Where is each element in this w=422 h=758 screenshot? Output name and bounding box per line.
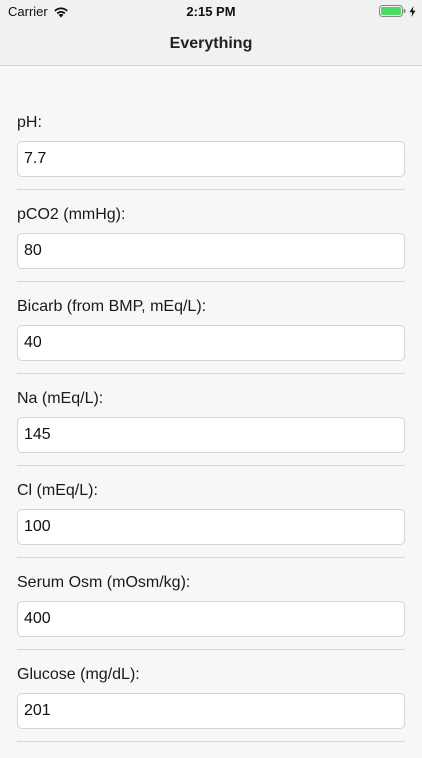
- battery-indicator: [379, 5, 416, 17]
- chloride-label: Cl (mEq/L):: [17, 482, 98, 499]
- status-time: 2:15 PM: [186, 4, 236, 19]
- divider: [17, 189, 405, 190]
- bicarb-label: Bicarb (from BMP, mEq/L):: [17, 298, 207, 315]
- divider: [17, 281, 405, 282]
- serum-osm-field: Serum Osm (mOsm/kg):: [0, 574, 422, 666]
- serum-osm-input[interactable]: [17, 601, 405, 637]
- pco2-input[interactable]: [17, 233, 405, 269]
- charging-bolt-icon: [409, 5, 416, 17]
- page-title: Everything: [169, 35, 253, 52]
- glucose-field: Glucose (mg/dL):: [0, 666, 422, 758]
- chloride-input[interactable]: [17, 509, 405, 545]
- sodium-label: Na (mEq/L):: [17, 390, 104, 407]
- pco2-field: pCO2 (mmHg):: [0, 206, 422, 298]
- battery-icon: [379, 5, 406, 17]
- ph-input[interactable]: [17, 141, 405, 177]
- pco2-label: pCO2 (mmHg):: [17, 206, 126, 223]
- glucose-input[interactable]: [17, 693, 405, 729]
- sodium-input[interactable]: [17, 417, 405, 453]
- divider: [17, 557, 405, 558]
- divider: [17, 649, 405, 650]
- ph-label: pH:: [17, 114, 42, 131]
- serum-osm-label: Serum Osm (mOsm/kg):: [17, 574, 191, 591]
- ph-field: pH:: [0, 114, 422, 206]
- divider: [17, 741, 405, 742]
- glucose-label: Glucose (mg/dL):: [17, 666, 140, 683]
- bicarb-input[interactable]: [17, 325, 405, 361]
- divider: [17, 465, 405, 466]
- bicarb-field: Bicarb (from BMP, mEq/L):: [0, 298, 422, 390]
- status-bar: Carrier 2:15 PM: [0, 0, 422, 22]
- navigation-bar: Everything: [0, 22, 422, 66]
- chloride-field: Cl (mEq/L):: [0, 482, 422, 574]
- sodium-field: Na (mEq/L):: [0, 390, 422, 482]
- divider: [17, 373, 405, 374]
